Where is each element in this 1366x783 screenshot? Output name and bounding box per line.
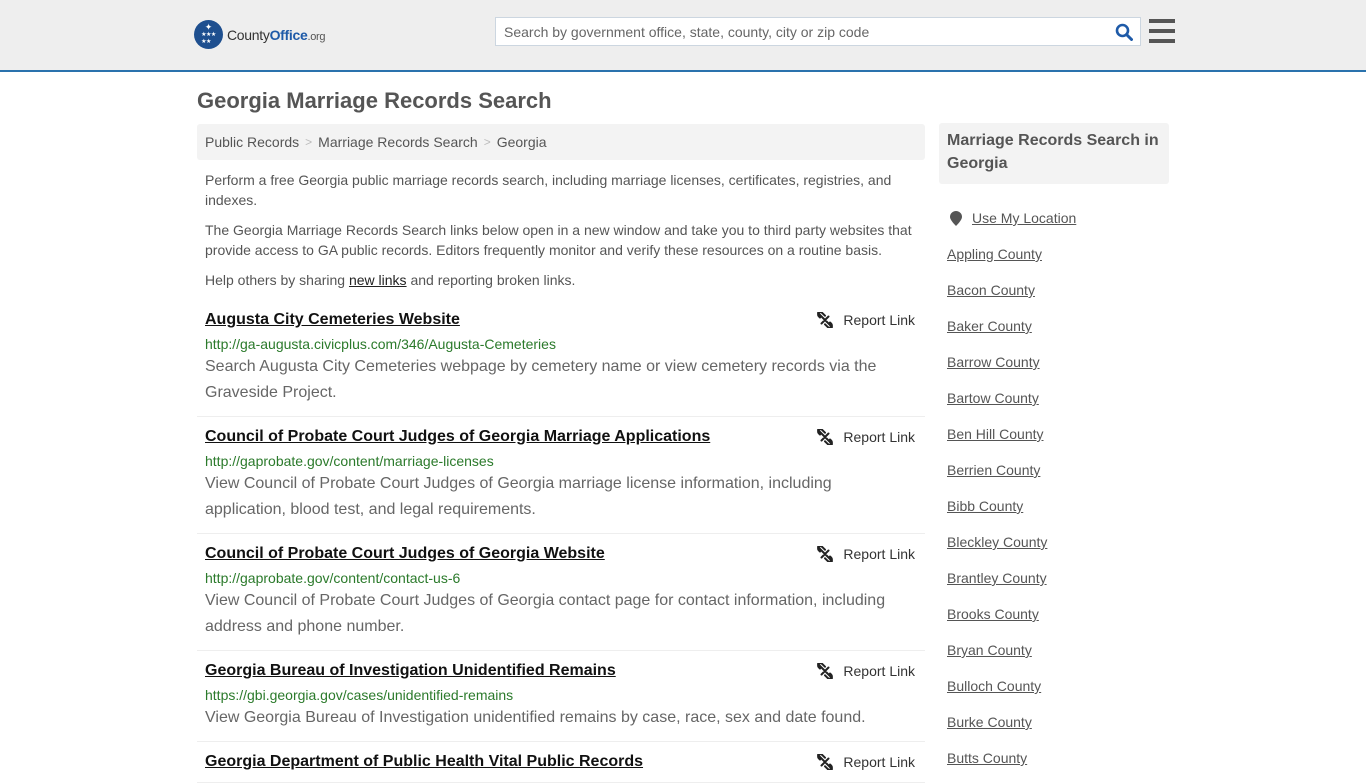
county-list-item: Bleckley County (947, 524, 1167, 560)
broken-link-icon (817, 312, 834, 328)
broken-link-icon (817, 546, 834, 562)
use-my-location-link[interactable]: Use My Location (972, 210, 1076, 226)
breadcrumb-separator: > (483, 135, 491, 149)
county-list-item: Brooks County (947, 596, 1167, 632)
county-list: Use My Location Appling County Bacon Coun… (947, 200, 1167, 776)
county-link[interactable]: Bartow County (947, 390, 1039, 406)
county-link[interactable]: Bacon County (947, 282, 1035, 298)
county-link[interactable]: Brantley County (947, 570, 1047, 586)
county-link[interactable]: Baker County (947, 318, 1032, 334)
county-link[interactable]: Butts County (947, 750, 1027, 766)
hamburger-menu-icon[interactable] (1149, 19, 1175, 43)
breadcrumb-public-records[interactable]: Public Records (205, 134, 299, 150)
result-item: Council of Probate Court Judges of Georg… (197, 534, 925, 651)
broken-link-icon (817, 429, 834, 445)
search-button[interactable] (1108, 18, 1140, 45)
result-title-link[interactable]: Georgia Bureau of Investigation Unidenti… (205, 661, 616, 681)
county-list-item: Burke County (947, 704, 1167, 740)
result-description: Search Augusta City Cemeteries webpage b… (205, 358, 877, 401)
site-logo[interactable]: ✦ ★★★ ★★ CountyOffice.org (194, 20, 326, 49)
result-title-link[interactable]: Council of Probate Court Judges of Georg… (205, 427, 710, 447)
sidebar-heading: Marriage Records Search in Georgia (939, 123, 1169, 184)
menu-bar (1149, 29, 1175, 33)
county-list-item: Bulloch County (947, 668, 1167, 704)
county-link[interactable]: Barrow County (947, 354, 1040, 370)
result-url[interactable]: https://gbi.georgia.gov/cases/unidentifi… (205, 686, 917, 704)
county-link[interactable]: Appling County (947, 246, 1042, 262)
county-link[interactable]: Burke County (947, 714, 1032, 730)
county-list-item: Bacon County (947, 272, 1167, 308)
report-link-button[interactable]: Report Link (817, 546, 915, 562)
county-list-item: Bryan County (947, 632, 1167, 668)
result-item: Georgia Department of Public Health Vita… (197, 742, 925, 783)
new-links-link[interactable]: new links (349, 272, 407, 288)
report-link-label: Report Link (843, 546, 915, 562)
county-list-item: Barrow County (947, 344, 1167, 380)
result-description: View Council of Probate Court Judges of … (205, 592, 886, 635)
result-description: View Council of Probate Court Judges of … (205, 475, 832, 518)
search-bar (495, 17, 1141, 46)
county-list-item: Baker County (947, 308, 1167, 344)
result-title-link[interactable]: Council of Probate Court Judges of Georg… (205, 544, 605, 564)
search-icon (1115, 23, 1133, 41)
report-link-label: Report Link (843, 663, 915, 679)
county-link[interactable]: Berrien County (947, 462, 1040, 478)
intro-paragraph: Help others by sharing new links and rep… (205, 272, 576, 288)
result-title-link[interactable]: Augusta City Cemeteries Website (205, 310, 460, 330)
result-title-link[interactable]: Georgia Department of Public Health Vita… (205, 752, 643, 772)
broken-link-icon (817, 663, 834, 679)
intro-text: Perform a free Georgia public marriage r… (205, 170, 920, 300)
county-link[interactable]: Bryan County (947, 642, 1032, 658)
results-list: Augusta City Cemeteries Website Report Li… (197, 300, 925, 783)
logo-wordmark: CountyOffice.org (227, 26, 326, 43)
intro-paragraph: Perform a free Georgia public marriage r… (205, 172, 892, 208)
county-list-item: Bartow County (947, 380, 1167, 416)
county-list-item: Appling County (947, 236, 1167, 272)
breadcrumb-separator: > (305, 135, 313, 149)
result-url[interactable]: http://ga-augusta.civicplus.com/346/Augu… (205, 335, 917, 353)
result-url[interactable]: http://gaprobate.gov/content/marriage-li… (205, 452, 917, 470)
breadcrumb: Public Records > Marriage Records Search… (197, 124, 925, 160)
use-my-location: Use My Location (947, 200, 1167, 236)
search-input[interactable] (496, 18, 1108, 45)
report-link-button[interactable]: Report Link (817, 312, 915, 328)
breadcrumb-georgia[interactable]: Georgia (497, 134, 547, 150)
report-link-label: Report Link (843, 429, 915, 445)
county-link[interactable]: Bulloch County (947, 678, 1041, 694)
report-link-button[interactable]: Report Link (817, 663, 915, 679)
county-list-item: Bibb County (947, 488, 1167, 524)
county-link[interactable]: Bibb County (947, 498, 1023, 514)
result-item: Georgia Bureau of Investigation Unidenti… (197, 651, 925, 742)
result-description: View Georgia Bureau of Investigation uni… (205, 709, 866, 726)
county-link[interactable]: Brooks County (947, 606, 1039, 622)
county-list-item: Brantley County (947, 560, 1167, 596)
report-link-button[interactable]: Report Link (817, 429, 915, 445)
county-list-item: Butts County (947, 740, 1167, 776)
site-header: ✦ ★★★ ★★ CountyOffice.org (0, 0, 1366, 72)
county-list-item: Berrien County (947, 452, 1167, 488)
result-item: Council of Probate Court Judges of Georg… (197, 417, 925, 534)
page-title: Georgia Marriage Records Search (197, 88, 552, 113)
menu-bar (1149, 39, 1175, 43)
eagle-logo-icon: ✦ ★★★ ★★ (194, 20, 223, 49)
menu-bar (1149, 19, 1175, 23)
breadcrumb-marriage-records-search[interactable]: Marriage Records Search (318, 134, 478, 150)
intro-paragraph: The Georgia Marriage Records Search link… (205, 222, 912, 258)
county-link[interactable]: Bleckley County (947, 534, 1047, 550)
county-link[interactable]: Ben Hill County (947, 426, 1044, 442)
report-link-label: Report Link (843, 312, 915, 328)
county-list-item: Ben Hill County (947, 416, 1167, 452)
map-pin-icon (950, 210, 962, 226)
result-url[interactable]: http://gaprobate.gov/content/contact-us-… (205, 569, 917, 587)
result-item: Augusta City Cemeteries Website Report Li… (197, 300, 925, 417)
